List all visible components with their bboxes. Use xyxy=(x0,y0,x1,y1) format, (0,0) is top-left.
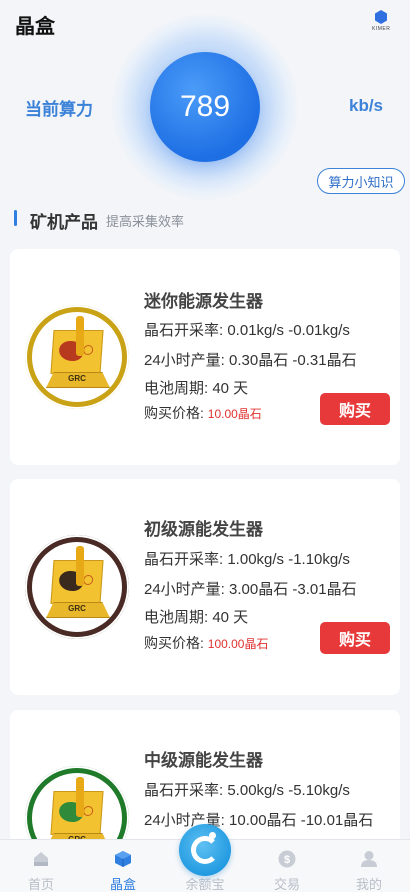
price-label: 购买价格: xyxy=(144,635,208,651)
map-target xyxy=(82,575,94,585)
map-target xyxy=(82,806,94,816)
tab-trade[interactable]: $ 交易 xyxy=(246,840,328,892)
badge-inner: GRC xyxy=(32,312,122,402)
product-price: 购买价格: 10.00晶石 xyxy=(144,403,262,423)
product-battery: 电池周期: 40 天 xyxy=(144,609,249,626)
badge-grc-text: GRC xyxy=(68,374,86,383)
hashrate-orb: 789 xyxy=(150,52,260,162)
price-value: 100.00晶石 xyxy=(207,637,269,651)
map-roll xyxy=(76,316,84,356)
product-card: GRC 迷你能源发生器 晶石开采率: 0.01kg/s -0.01kg/s 24… xyxy=(10,249,400,465)
product-output: 24小时产量: 0.30晶石 -0.31晶石 xyxy=(144,352,357,369)
tab-me[interactable]: 我的 xyxy=(328,840,410,892)
hashrate-label: 当前算力 xyxy=(25,100,93,119)
section-accent-bar xyxy=(14,210,17,226)
buy-button[interactable]: 购买 xyxy=(320,393,390,425)
product-name: 迷你能源发生器 xyxy=(144,292,263,311)
miner-badge-icon: GRC xyxy=(25,305,129,409)
section-title: 矿机产品 xyxy=(30,213,98,232)
product-output: 24小时产量: 3.00晶石 -3.01晶石 xyxy=(144,581,357,598)
swirl-shape xyxy=(191,836,219,864)
product-battery: 电池周期: 40 天 xyxy=(144,380,249,397)
miner-badge-icon: GRC xyxy=(25,535,129,639)
dollar-icon: $ xyxy=(278,850,296,868)
cube-icon xyxy=(115,851,131,867)
swirl-dot xyxy=(209,832,216,839)
product-rate: 晶石开采率: 0.01kg/s -0.01kg/s xyxy=(144,322,350,339)
tab-label: 首页 xyxy=(27,877,54,892)
buy-button[interactable]: 购买 xyxy=(320,622,390,654)
section-subtitle: 提高采集效率 xyxy=(106,214,185,229)
price-label: 购买价格: xyxy=(144,405,208,421)
tab-label: 交易 xyxy=(273,877,300,892)
tab-crystal-box[interactable]: 晶盒 xyxy=(82,840,164,892)
user-icon xyxy=(361,851,377,867)
page-title: 晶盒 xyxy=(15,16,55,38)
product-name: 中级源能发生器 xyxy=(144,751,263,770)
price-value: 10.00晶石 xyxy=(207,407,262,421)
app-logo-icon[interactable]: KIMER xyxy=(372,10,390,34)
wallet-swirl-icon[interactable] xyxy=(179,824,231,876)
product-card: GRC 初级源能发生器 晶石开采率: 1.00kg/s -1.10kg/s 24… xyxy=(10,479,400,695)
home-icon xyxy=(34,852,48,866)
product-rate: 晶石开采率: 5.00kg/s -5.10kg/s xyxy=(144,782,350,799)
logo-text: KIMER xyxy=(372,26,391,32)
product-rate: 晶石开采率: 1.00kg/s -1.10kg/s xyxy=(144,551,350,568)
tab-label: 晶盒 xyxy=(109,877,136,892)
product-output: 24小时产量: 10.00晶石 -10.01晶石 xyxy=(144,812,374,829)
svg-text:$: $ xyxy=(284,854,290,866)
map-target xyxy=(82,345,94,355)
badge-grc-text: GRC xyxy=(68,604,86,613)
hashrate-value: 789 xyxy=(179,90,231,123)
hashrate-unit: kb/s xyxy=(349,96,384,115)
map-roll xyxy=(76,777,84,817)
hexagon-logo-mark xyxy=(375,10,387,24)
tab-home[interactable]: 首页 xyxy=(0,840,82,892)
hashrate-tips-button[interactable]: 算力小知识 xyxy=(317,168,405,194)
product-price: 购买价格: 100.00晶石 xyxy=(144,633,269,653)
product-name: 初级源能发生器 xyxy=(144,520,263,539)
tab-label: 余额宝 xyxy=(185,877,225,892)
tab-label: 我的 xyxy=(355,877,382,892)
map-roll xyxy=(76,546,84,586)
badge-inner: GRC xyxy=(32,542,122,632)
